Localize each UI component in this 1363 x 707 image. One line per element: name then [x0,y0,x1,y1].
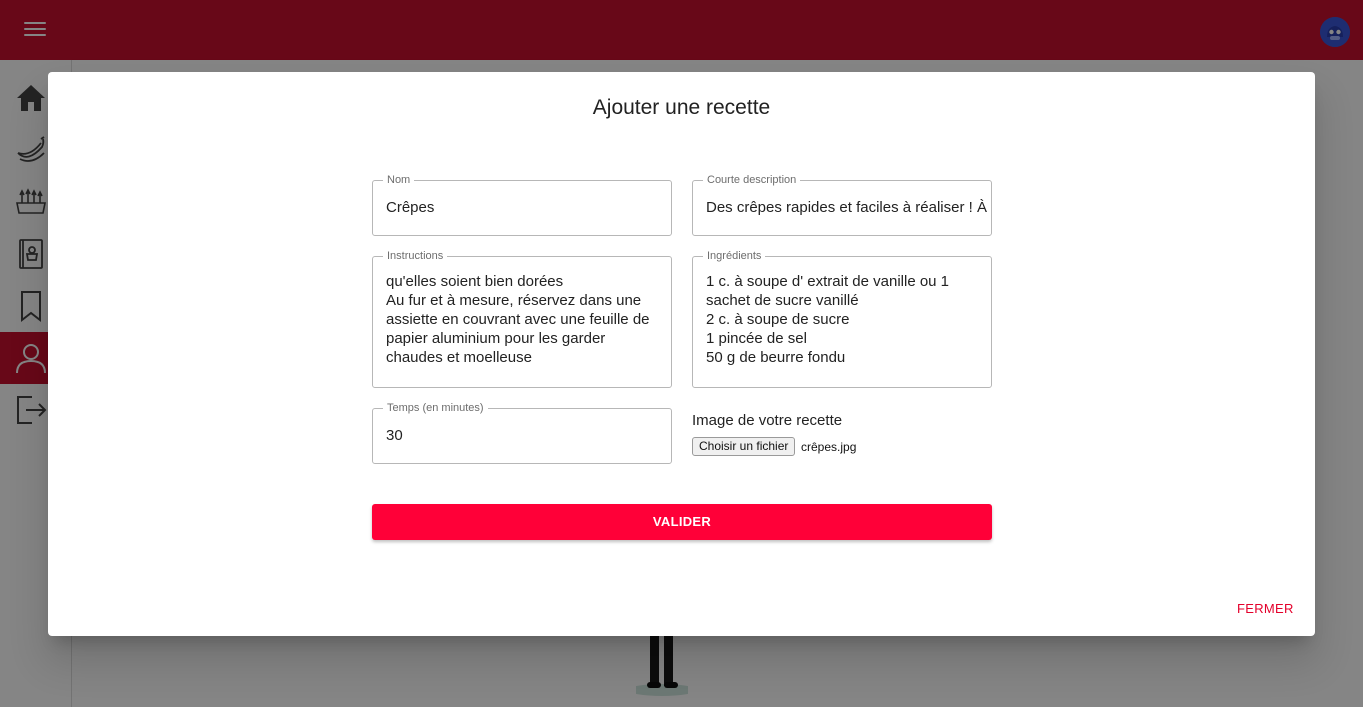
name-field-value: Crêpes [386,199,435,216]
close-button[interactable]: FERMER [1237,601,1294,616]
ingredients-label: Ingrédients [703,249,766,263]
selected-file-name: crêpes.jpg [801,440,857,454]
instructions-label: Instructions [383,249,448,263]
instructions-field[interactable]: Instructions qu'elles soient bien dorées… [372,249,672,388]
name-field[interactable]: Nom Crêpes [372,173,672,236]
add-recipe-dialog: Ajouter une recette Nom Crêpes Courte de… [48,72,1315,636]
instructions-text: qu'elles soient bien dorées Au fur et à … [386,272,663,367]
choose-file-button[interactable]: Choisir un fichier [692,437,796,456]
instructions-line: qu'elles soient bien dorées [386,273,564,290]
short-description-field[interactable]: Courte description Des crêpes rapides et… [692,173,992,236]
ingredients-field[interactable]: Ingrédients 1 c. à soupe d' extrait de v… [692,249,992,388]
dialog-title: Ajouter une recette [592,96,771,119]
ingredients-line: 1 pincée de sel [706,330,807,347]
time-field-value: 30 [386,427,403,444]
instructions-line: assiette en couvrant avec une feuille de [386,311,650,328]
image-upload-label: Image de votre recette [692,412,843,429]
short-description-value: Des crêpes rapides et faciles à réaliser… [706,199,987,216]
ingredients-line: 2 c. à soupe de sucre [706,311,850,328]
instructions-line: papier aluminium pour les garder [386,330,606,347]
instructions-line: Au fur et à mesure, réservez dans une [386,292,642,309]
ingredients-line: 1 c. à soupe d' extrait de vanille ou 1 [706,273,950,290]
instructions-line: chaudes et moelleuse [386,349,532,366]
ingredients-line: sachet de sucre vanillé [706,292,859,309]
submit-button[interactable]: VALIDER [372,504,992,540]
time-field[interactable]: Temps (en minutes) 30 [372,401,672,464]
ingredients-line: 50 g de beurre fondu [706,349,846,366]
ingredients-text: 1 c. à soupe d' extrait de vanille ou 1 … [706,272,983,367]
